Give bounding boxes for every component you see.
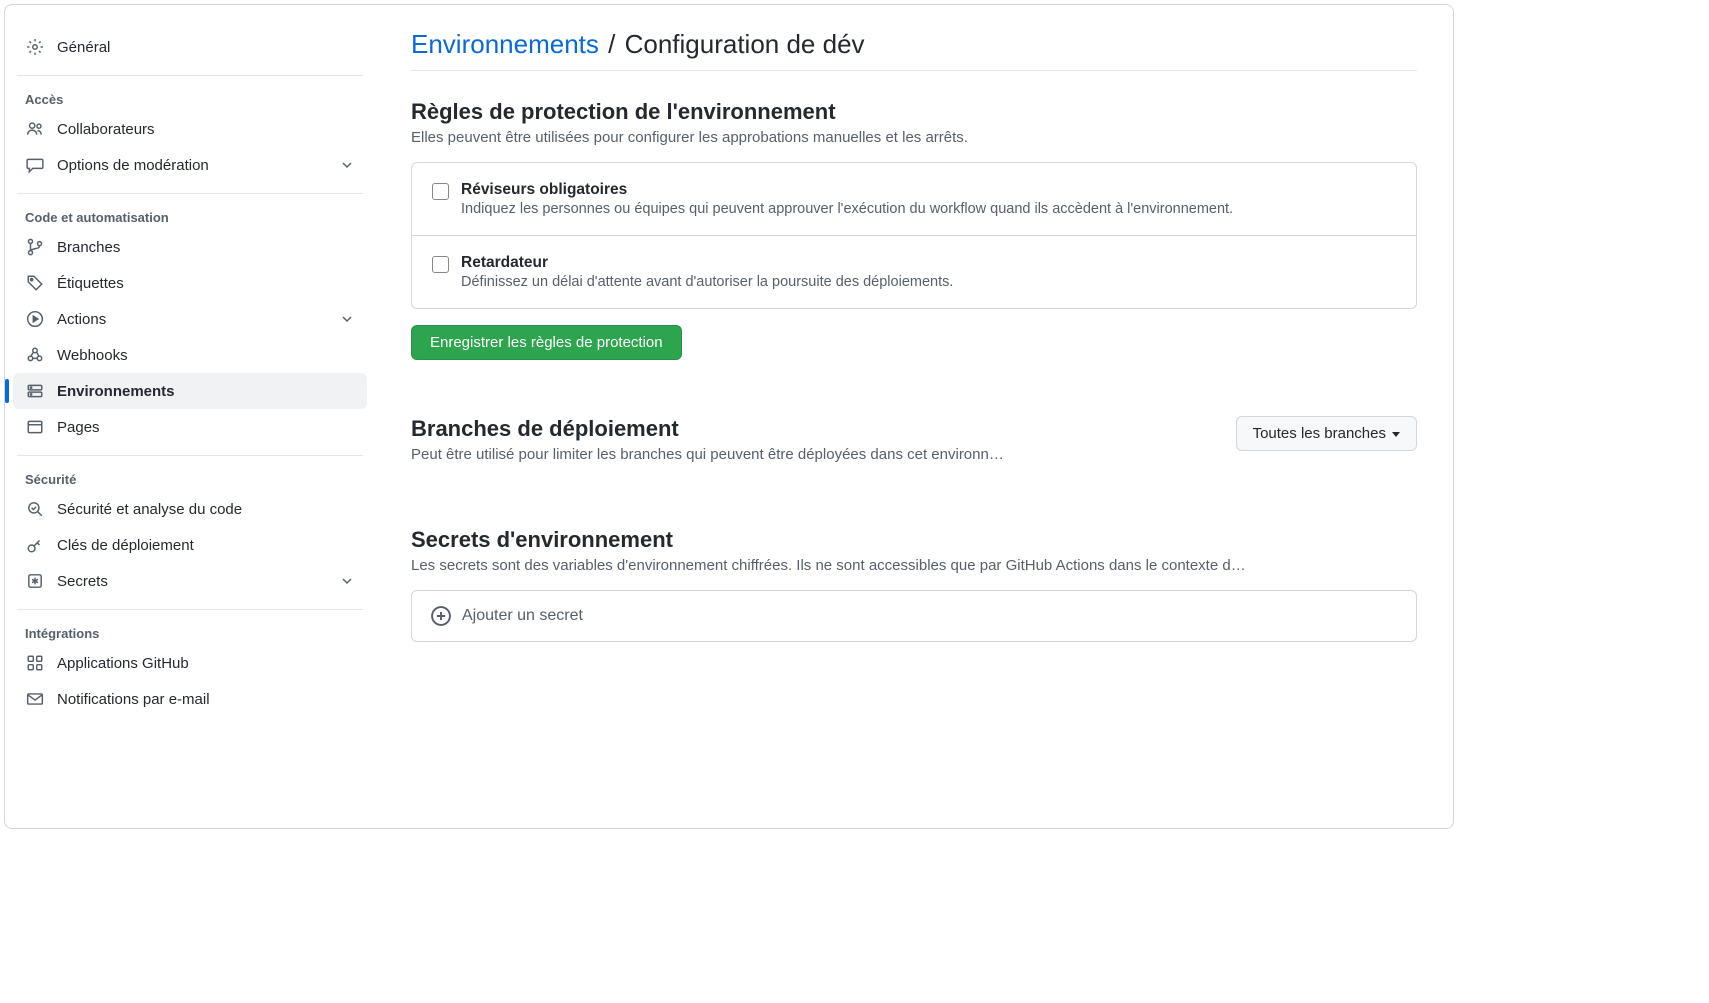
sidebar-item-actions[interactable]: Actions <box>13 301 367 337</box>
checkbox[interactable] <box>432 183 449 200</box>
sidebar-item-label: Clés de déploiement <box>57 537 355 554</box>
sidebar-item-label: Options de modération <box>57 157 339 174</box>
server-icon <box>25 381 45 401</box>
section-header-integrations: Intégrations <box>13 618 367 645</box>
caret-down-icon <box>1392 432 1400 437</box>
gear-icon <box>25 37 45 57</box>
breadcrumb: Environnements / Configuration de dév <box>411 29 1417 71</box>
sidebar-item-tags[interactable]: Étiquettes <box>13 265 367 301</box>
plus-circle-icon <box>430 605 452 627</box>
breadcrumb-separator: / <box>606 29 617 59</box>
breadcrumb-parent-link[interactable]: Environnements <box>411 29 599 59</box>
dropdown-label: Toutes les branches <box>1253 425 1386 442</box>
sidebar-item-collaborators[interactable]: Collaborateurs <box>13 111 367 147</box>
section-desc: Peut être utilisé pour limiter les branc… <box>411 446 1212 463</box>
rule-desc: Définissez un délai d'attente avant d'au… <box>461 274 1396 290</box>
browser-icon <box>25 417 45 437</box>
section-title: Branches de déploiement <box>411 416 1212 442</box>
section-header-security: Sécurité <box>13 464 367 491</box>
sidebar-item-pages[interactable]: Pages <box>13 409 367 445</box>
sidebar-item-label: Collaborateurs <box>57 121 355 138</box>
sidebar-item-secrets[interactable]: Secrets <box>13 563 367 599</box>
sidebar-item-label: Étiquettes <box>57 275 355 292</box>
people-icon <box>25 119 45 139</box>
key-icon <box>25 535 45 555</box>
divider <box>17 75 363 76</box>
section-header-code: Code et automatisation <box>13 202 367 229</box>
branch-icon <box>25 237 45 257</box>
chevron-down-icon <box>339 573 355 589</box>
add-secret-label: Ajouter un secret <box>462 607 583 625</box>
deployment-branches-section: Branches de déploiement Peut être utilis… <box>411 416 1417 479</box>
sidebar-item-branches[interactable]: Branches <box>13 229 367 265</box>
breadcrumb-current: Configuration de dév <box>625 29 865 59</box>
rule-title: Retardateur <box>461 254 1396 272</box>
branches-dropdown[interactable]: Toutes les branches <box>1236 416 1417 451</box>
environment-secrets-section: Secrets d'environnement Les secrets sont… <box>411 527 1417 642</box>
section-desc: Elles peuvent être utilisées pour config… <box>411 129 1417 146</box>
sidebar-item-label: Pages <box>57 419 355 436</box>
sidebar-item-label: Notifications par e-mail <box>57 691 355 708</box>
section-title: Secrets d'environnement <box>411 527 1417 553</box>
apps-icon <box>25 653 45 673</box>
add-secret-button[interactable]: Ajouter un secret <box>411 590 1417 642</box>
settings-sidebar: Général Accès Collaborateurs Options de … <box>5 5 375 828</box>
comment-icon <box>25 155 45 175</box>
section-title: Règles de protection de l'environnement <box>411 99 1417 125</box>
chevron-down-icon <box>339 157 355 173</box>
rule-desc: Indiquez les personnes ou équipes qui pe… <box>461 201 1396 217</box>
sidebar-item-webhooks[interactable]: Webhooks <box>13 337 367 373</box>
divider <box>17 193 363 194</box>
sidebar-item-label: Environnements <box>57 383 355 400</box>
sidebar-item-label: Secrets <box>57 573 339 590</box>
rule-wait-timer: Retardateur Définissez un délai d'attent… <box>412 236 1416 308</box>
checkbox[interactable] <box>432 256 449 273</box>
sidebar-item-label: Branches <box>57 239 355 256</box>
protection-rules-box: Réviseurs obligatoires Indiquez les pers… <box>411 162 1417 309</box>
sidebar-item-codesec[interactable]: Sécurité et analyse du code <box>13 491 367 527</box>
protection-rules-section: Règles de protection de l'environnement … <box>411 99 1417 360</box>
divider <box>17 455 363 456</box>
chevron-down-icon <box>339 311 355 327</box>
codescan-icon <box>25 499 45 519</box>
tag-icon <box>25 273 45 293</box>
rule-required-reviewers: Réviseurs obligatoires Indiquez les pers… <box>412 163 1416 236</box>
sidebar-item-ghapps[interactable]: Applications GitHub <box>13 645 367 681</box>
divider <box>17 609 363 610</box>
rule-title: Réviseurs obligatoires <box>461 181 1396 199</box>
sidebar-item-label: Sécurité et analyse du code <box>57 501 355 518</box>
asterisk-icon <box>25 571 45 591</box>
sidebar-item-label: Applications GitHub <box>57 655 355 672</box>
sidebar-item-environments[interactable]: Environnements <box>13 373 367 409</box>
sidebar-item-label: Actions <box>57 311 339 328</box>
sidebar-item-deploykeys[interactable]: Clés de déploiement <box>13 527 367 563</box>
section-header-access: Accès <box>13 84 367 111</box>
mail-icon <box>25 689 45 709</box>
webhook-icon <box>25 345 45 365</box>
play-icon <box>25 309 45 329</box>
main-content: Environnements / Configuration de dév Rè… <box>375 5 1453 828</box>
sidebar-item-general[interactable]: Général <box>13 29 367 65</box>
sidebar-item-label: Webhooks <box>57 347 355 364</box>
section-desc: Les secrets sont des variables d'environ… <box>411 557 1417 574</box>
sidebar-item-moderation[interactable]: Options de modération <box>13 147 367 183</box>
save-protection-button[interactable]: Enregistrer les règles de protection <box>411 325 682 360</box>
sidebar-item-label: Général <box>57 39 355 56</box>
sidebar-item-emailnotif[interactable]: Notifications par e-mail <box>13 681 367 717</box>
